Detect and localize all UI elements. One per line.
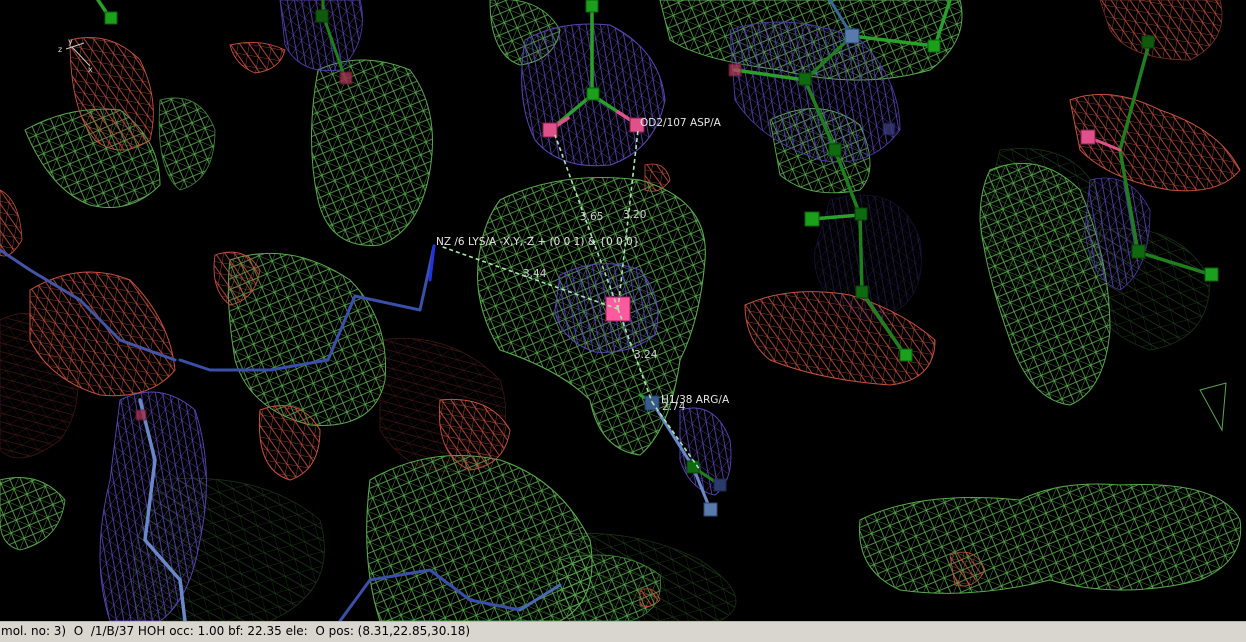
- atom-label-lys: NZ /6 LYS/A -X,Y,-Z + (0 0 1) & {0 0 0}: [436, 236, 639, 248]
- distance-label-2: 3.20: [623, 209, 646, 221]
- axis-label-x: x: [88, 65, 93, 74]
- axis-label-y: y: [68, 37, 73, 46]
- molecular-graphics-canvas[interactable]: 3.65 3.20 3.44 3.24 2.74 OD2/107 ASP/A N…: [0, 0, 1246, 621]
- axis-label-z: z: [58, 45, 62, 54]
- distance-label-4: 3.24: [634, 349, 658, 361]
- atom-label-asp: OD2/107 ASP/A: [640, 117, 722, 129]
- density-map-scene[interactable]: 3.65 3.20 3.44 3.24 2.74 OD2/107 ASP/A N…: [0, 0, 1246, 621]
- distance-label-3: 3.44: [523, 268, 547, 280]
- status-bar: mol. no: 3) O /1/B/37 HOH occ: 1.00 bf: …: [0, 621, 1246, 642]
- coot-app: 3.65 3.20 3.44 3.24 2.74 OD2/107 ASP/A N…: [0, 0, 1246, 642]
- atom-label-arg: H1/38 ARG/A: [661, 394, 730, 406]
- status-text: mol. no: 3) O /1/B/37 HOH occ: 1.00 bf: …: [1, 624, 471, 638]
- distance-label-1: 3.65: [580, 211, 603, 223]
